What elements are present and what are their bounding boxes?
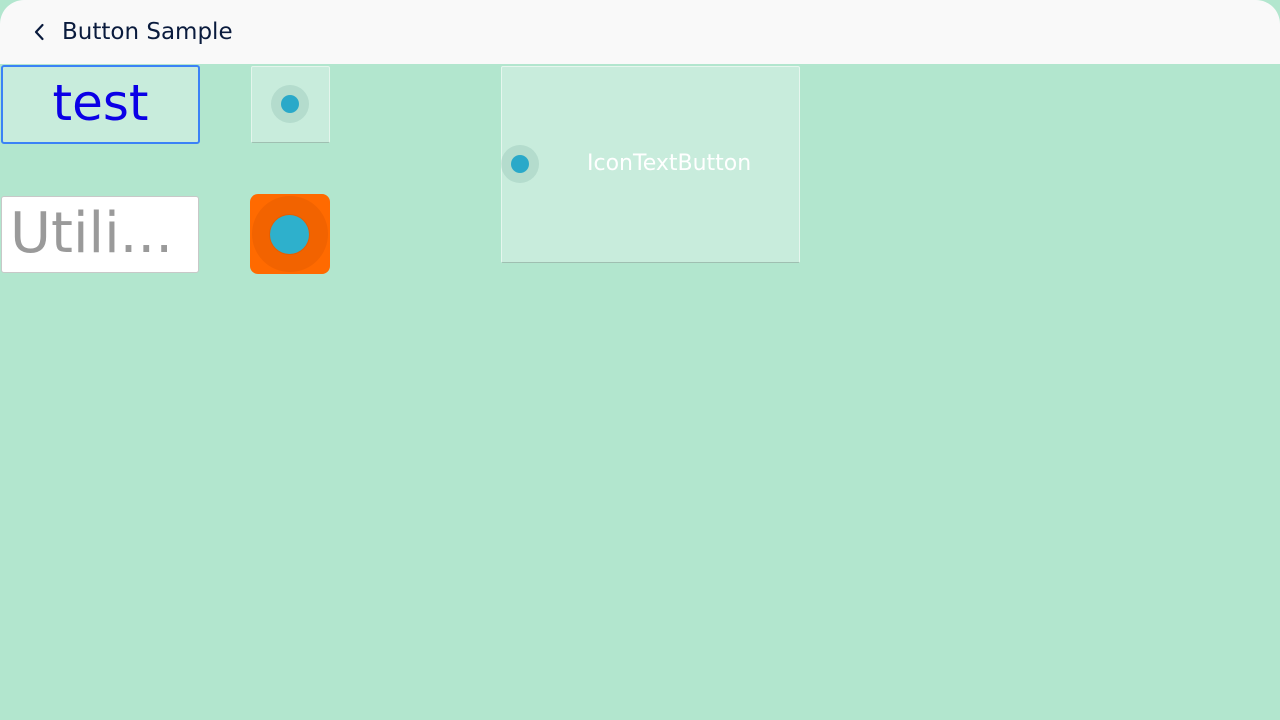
test-button[interactable]: test	[1, 65, 200, 144]
page-title: Button Sample	[62, 19, 233, 45]
icon-text-button-label: IconTextButton	[587, 151, 752, 176]
dot-icon	[281, 95, 299, 113]
test-button-label: test	[52, 73, 149, 132]
dot-icon	[270, 215, 309, 254]
utility-button[interactable]: Utili...	[1, 196, 199, 273]
icon-button[interactable]	[251, 66, 330, 143]
dot-icon	[511, 155, 529, 173]
chevron-left-icon	[34, 23, 44, 41]
orange-icon-button[interactable]	[250, 194, 330, 274]
back-button[interactable]	[26, 18, 54, 46]
icon-text-button[interactable]: IconTextButton	[501, 66, 800, 263]
app-header: Button Sample	[0, 0, 1280, 64]
utility-button-label: Utili...	[10, 201, 174, 266]
